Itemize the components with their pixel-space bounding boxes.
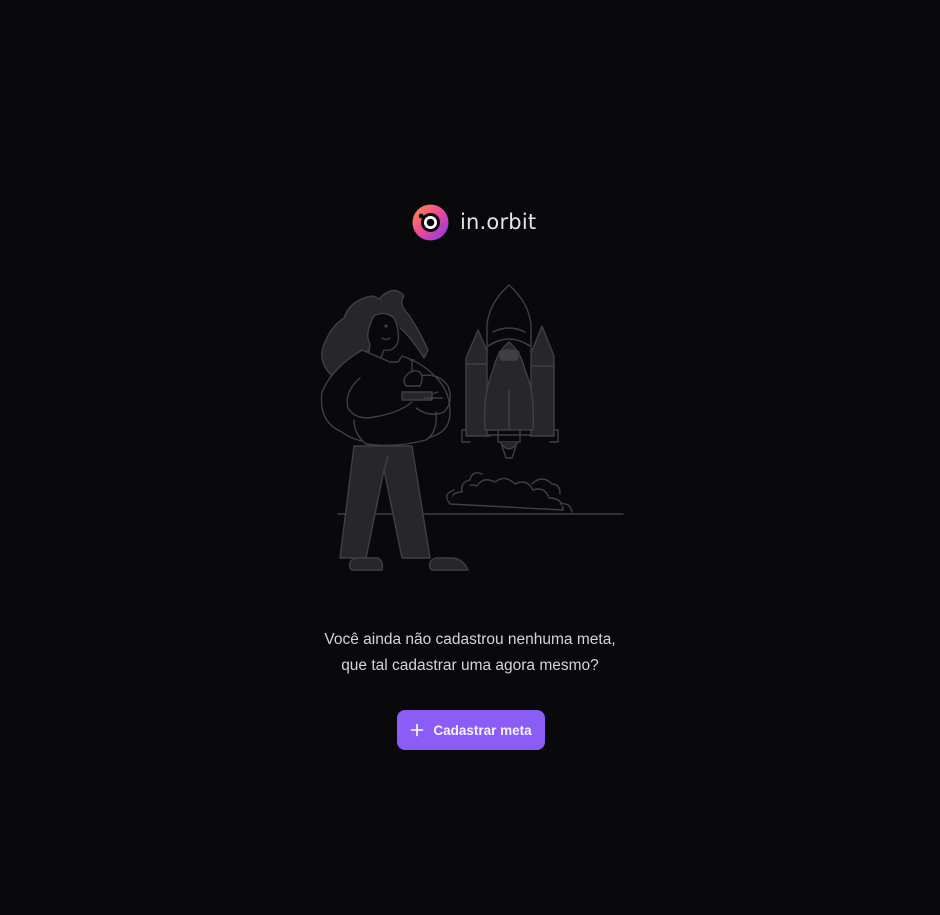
orbit-ring-icon	[412, 204, 449, 240]
brand-name: in.orbit	[460, 210, 537, 234]
create-goal-label: Cadastrar meta	[433, 722, 532, 738]
woman-launching-rocket-illustration	[320, 284, 624, 571]
empty-goals-page: in.orbit Você ainda não cadastrou nenhum…	[0, 0, 940, 915]
create-goal-button[interactable]: Cadastrar meta	[397, 710, 545, 750]
empty-state-message-line-1: Você ainda não cadastrou nenhuma meta,	[324, 631, 616, 648]
empty-state-message: Você ainda não cadastrou nenhuma meta, q…	[270, 627, 670, 679]
brand: in.orbit	[412, 203, 536, 241]
plus-icon	[411, 723, 424, 737]
empty-state-message-line-2: que tal cadastrar uma agora mesmo?	[341, 657, 599, 674]
